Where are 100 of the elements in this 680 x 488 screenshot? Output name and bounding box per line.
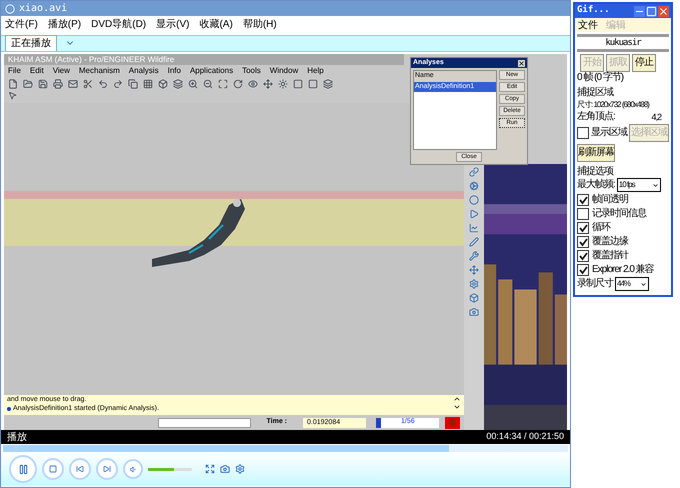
- stop-button[interactable]: [42, 458, 64, 480]
- checkbox[interactable]: [577, 236, 589, 248]
- stop-icon: [49, 465, 57, 473]
- checkbox-label: Explorer 2.0 兼容: [592, 264, 654, 276]
- corner-value: 4,2: [651, 111, 661, 123]
- menu-item[interactable]: 文件: [578, 18, 598, 32]
- checkbox-label: 显示区域: [591, 127, 627, 139]
- menu-item[interactable]: 显示(V): [156, 16, 190, 32]
- previous-button[interactable]: [69, 458, 91, 480]
- layers-icon[interactable]: [173, 79, 183, 89]
- fit-icon[interactable]: [218, 79, 228, 89]
- record-size-label: 录制尺寸: [577, 278, 613, 290]
- minimize-button[interactable]: [634, 6, 645, 16]
- circle-icon[interactable]: [469, 195, 479, 205]
- scroll-up-icon[interactable]: [453, 395, 461, 403]
- menu-item[interactable]: Mechanism: [78, 65, 120, 77]
- app-icon: [5, 4, 15, 14]
- checkbox[interactable]: [577, 194, 589, 206]
- grid-icon[interactable]: [143, 79, 153, 89]
- cube-icon[interactable]: [158, 79, 168, 89]
- close-icon[interactable]: [518, 60, 525, 66]
- checkbox[interactable]: [577, 222, 589, 234]
- menu-item[interactable]: Info: [168, 65, 181, 77]
- maximize-button[interactable]: [646, 6, 657, 16]
- save-icon[interactable]: [38, 79, 48, 89]
- link-icon[interactable]: [469, 167, 479, 177]
- rotate-icon[interactable]: [233, 79, 243, 89]
- play-icon[interactable]: [469, 209, 479, 219]
- checkbox[interactable]: [577, 264, 589, 276]
- scroll-down-icon[interactable]: [453, 403, 461, 411]
- previous-icon: [76, 465, 84, 473]
- copy-icon[interactable]: [128, 79, 138, 89]
- menu-item[interactable]: 文件(F): [5, 16, 38, 32]
- file-icon[interactable]: [8, 79, 18, 89]
- sun-icon[interactable]: [278, 79, 288, 89]
- stop-icon[interactable]: [445, 416, 460, 428]
- menu-item[interactable]: Applications: [190, 65, 234, 77]
- folder-icon[interactable]: [23, 79, 33, 89]
- settings-icon[interactable]: [235, 464, 245, 474]
- pen-icon[interactable]: [469, 237, 479, 247]
- dropdown-icon: [652, 182, 659, 188]
- button[interactable]: 刷新屏幕: [577, 144, 615, 162]
- frame-count: 0 帧 (0 字节): [577, 72, 624, 84]
- fps-dropdown[interactable]: 10 fps: [616, 178, 661, 192]
- menu-item[interactable]: View: [52, 65, 70, 77]
- checkbox-label: 循环: [592, 222, 610, 234]
- menu-item[interactable]: File: [8, 65, 21, 77]
- settings-icon[interactable]: [469, 279, 479, 289]
- fps-label: 最大帧频:: [577, 179, 615, 191]
- pause-button[interactable]: [9, 455, 37, 483]
- chart-icon[interactable]: [469, 223, 479, 233]
- fullscreen-icon[interactable]: [205, 464, 215, 474]
- menu-item[interactable]: Edit: [30, 65, 44, 77]
- checkbox[interactable]: [577, 127, 589, 139]
- move-icon[interactable]: [263, 79, 273, 89]
- size-dropdown[interactable]: 44%: [615, 277, 649, 291]
- menu-item[interactable]: Analysis: [128, 65, 159, 77]
- camera-icon[interactable]: [469, 307, 479, 317]
- printer-icon[interactable]: [53, 79, 63, 89]
- camera-icon[interactable]: [220, 464, 230, 474]
- tab[interactable]: 正在播放: [5, 35, 57, 51]
- mail-icon[interactable]: [68, 79, 78, 89]
- gear-icon[interactable]: [469, 181, 479, 191]
- window-title: Gif...: [577, 4, 610, 18]
- window-title: KHAIM ASM (Active) - Pro/ENGINEER Wildfire: [4, 54, 404, 65]
- cube-icon[interactable]: [469, 293, 479, 303]
- eye-icon[interactable]: [248, 79, 258, 89]
- dropdown-icon: [640, 280, 647, 288]
- zoom-out-icon[interactable]: [203, 79, 213, 89]
- combo-field[interactable]: [158, 418, 251, 428]
- menu-item[interactable]: 收藏(A): [199, 16, 233, 32]
- checkbox-label: 覆盖边缘: [592, 236, 628, 248]
- button[interactable]: 停止: [632, 54, 656, 72]
- checkbox[interactable]: [577, 208, 589, 220]
- undo-icon[interactable]: [98, 79, 108, 89]
- move-icon[interactable]: [469, 265, 479, 275]
- menu-item[interactable]: Help: [307, 65, 324, 77]
- section-title: 捕捉区域: [577, 87, 614, 99]
- speaker-icon: [130, 466, 136, 472]
- next-icon: [103, 465, 111, 473]
- menu-item[interactable]: Tools: [242, 65, 261, 77]
- close-button[interactable]: [658, 6, 669, 16]
- square-icon[interactable]: [308, 79, 318, 89]
- square-icon[interactable]: [293, 79, 303, 89]
- next-button[interactable]: [96, 458, 118, 480]
- zoom-in-icon[interactable]: [188, 79, 198, 89]
- menu-item[interactable]: Window: [270, 65, 298, 77]
- redo-icon[interactable]: [113, 79, 123, 89]
- scissors-icon[interactable]: [83, 79, 93, 89]
- layers-icon[interactable]: [323, 79, 333, 89]
- checkbox-label: 覆盖指针: [592, 250, 628, 262]
- checkbox[interactable]: [577, 250, 589, 262]
- menu-item[interactable]: DVD导航(D): [91, 16, 146, 32]
- window-title: xiao.avi: [19, 2, 68, 16]
- menu-item[interactable]: 帮助(H): [242, 16, 277, 32]
- menu-item[interactable]: 播放(P): [48, 16, 82, 32]
- checkbox-label: 帧间透明: [592, 194, 628, 206]
- pointer-icon[interactable]: [8, 91, 17, 100]
- corner-label: 左角顶点:: [577, 111, 615, 123]
- wrench-icon[interactable]: [469, 251, 479, 261]
